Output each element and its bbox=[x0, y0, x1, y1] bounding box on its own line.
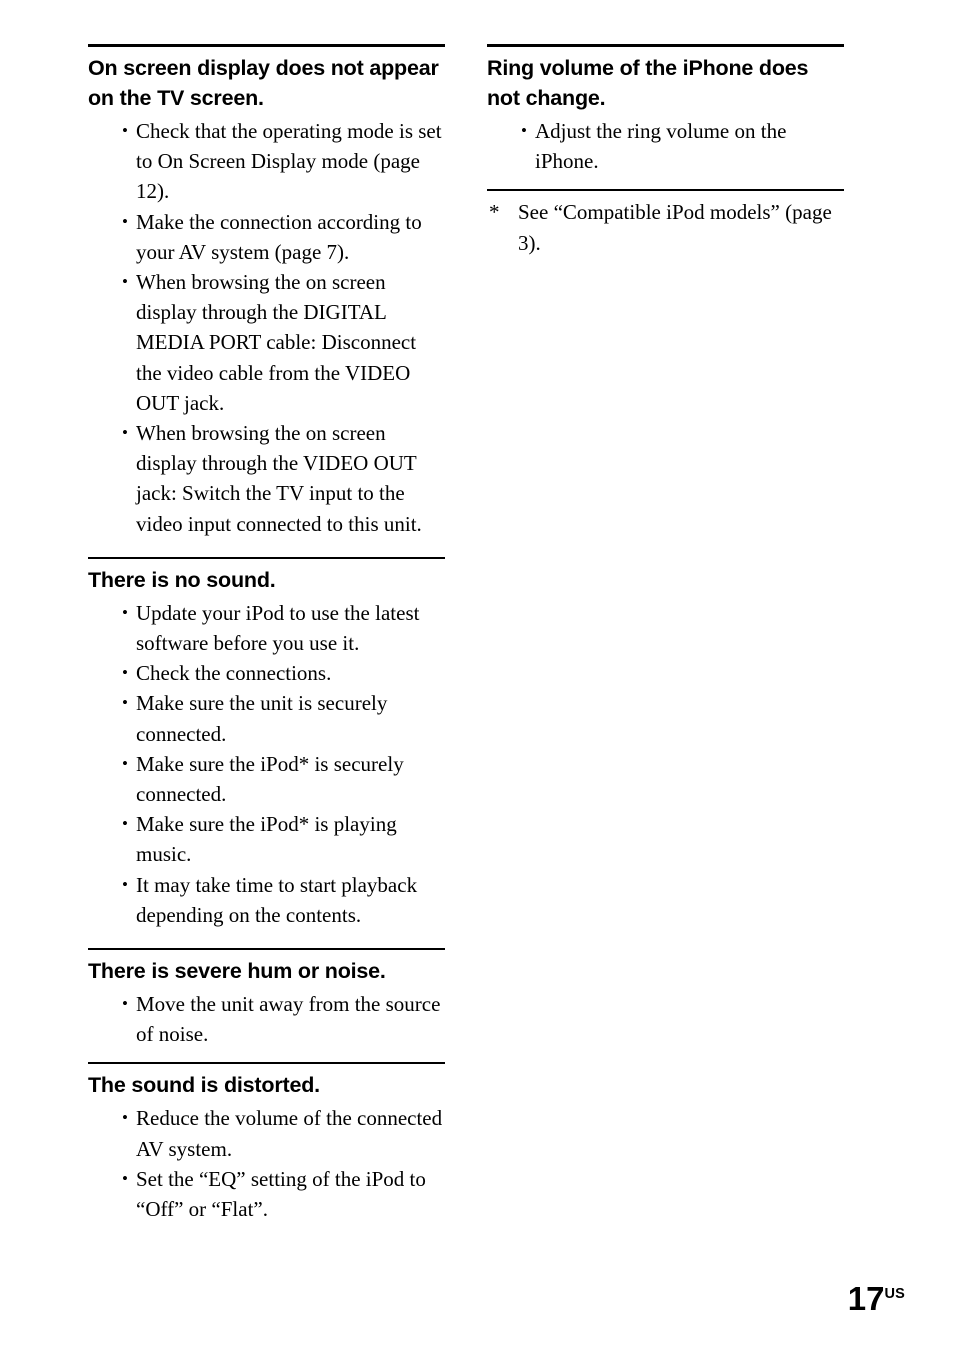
list-item: Make sure the iPod* is securely connecte… bbox=[88, 749, 445, 809]
section-heading: Ring volume of the iPhone does not chang… bbox=[487, 56, 809, 110]
section-heading: There is no sound. bbox=[88, 567, 276, 592]
list-item: Check the connections. bbox=[88, 658, 445, 688]
page-number-value: 17 bbox=[847, 1280, 885, 1317]
list-item: It may take time to start playback depen… bbox=[88, 870, 445, 930]
section-on-screen-display: On screen display does not appear on the… bbox=[88, 44, 445, 557]
list-item: Adjust the ring volume on the iPhone. bbox=[487, 116, 844, 176]
list-item: When browsing the on screen display thro… bbox=[88, 267, 445, 418]
section-rule-top bbox=[487, 44, 844, 47]
footnote: * See “Compatible iPod models” (page 3). bbox=[487, 197, 844, 257]
right-column: Ring volume of the iPhone does not chang… bbox=[487, 44, 844, 258]
list-item: Move the unit away from the source of no… bbox=[88, 989, 445, 1049]
section-heading: On screen display does not appear on the… bbox=[88, 56, 439, 110]
section-rule bbox=[88, 1062, 445, 1065]
list-item: Set the “EQ” setting of the iPod to “Off… bbox=[88, 1164, 445, 1224]
list-item: Make sure the unit is securely connected… bbox=[88, 688, 445, 748]
section-sound-distorted: The sound is distorted. Reduce the volum… bbox=[88, 1062, 445, 1224]
list-item: Update your iPod to use the latest softw… bbox=[88, 598, 445, 658]
section-bullet-list: Adjust the ring volume on the iPhone. bbox=[487, 116, 844, 176]
section-rule-top bbox=[88, 44, 445, 47]
section-bullet-list: Update your iPod to use the latest softw… bbox=[88, 598, 445, 930]
section-bullet-list: Move the unit away from the source of no… bbox=[88, 989, 445, 1049]
section-no-sound: There is no sound. Update your iPod to u… bbox=[88, 556, 445, 948]
footnote-block: * See “Compatible iPod models” (page 3). bbox=[487, 189, 844, 257]
list-item: Make the connection according to your AV… bbox=[88, 207, 445, 267]
section-ring-volume: Ring volume of the iPhone does not chang… bbox=[487, 44, 844, 189]
list-item: Check that the operating mode is set to … bbox=[88, 116, 445, 207]
footnote-text: See “Compatible iPod models” (page 3). bbox=[518, 200, 832, 255]
section-bullet-list: Reduce the volume of the connected AV sy… bbox=[88, 1103, 445, 1224]
list-item: Reduce the volume of the connected AV sy… bbox=[88, 1103, 445, 1163]
section-heading: The sound is distorted. bbox=[88, 1073, 320, 1098]
section-rule bbox=[88, 556, 445, 559]
section-hum-or-noise: There is severe hum or noise. Move the u… bbox=[88, 948, 445, 1062]
page-number: 17US bbox=[848, 1282, 905, 1315]
list-item: Make sure the iPod* is playing music. bbox=[88, 809, 445, 869]
page-number-suffix: US bbox=[884, 1286, 905, 1302]
footnote-marker: * bbox=[489, 200, 500, 225]
footnote-rule bbox=[487, 189, 844, 192]
manual-page: On screen display does not appear on the… bbox=[0, 0, 954, 1345]
section-heading: There is severe hum or noise. bbox=[88, 959, 386, 984]
section-bullet-list: Check that the operating mode is set to … bbox=[88, 116, 445, 539]
left-column: On screen display does not appear on the… bbox=[88, 44, 445, 1224]
section-rule bbox=[88, 948, 445, 951]
list-item: When browsing the on screen display thro… bbox=[88, 418, 445, 539]
